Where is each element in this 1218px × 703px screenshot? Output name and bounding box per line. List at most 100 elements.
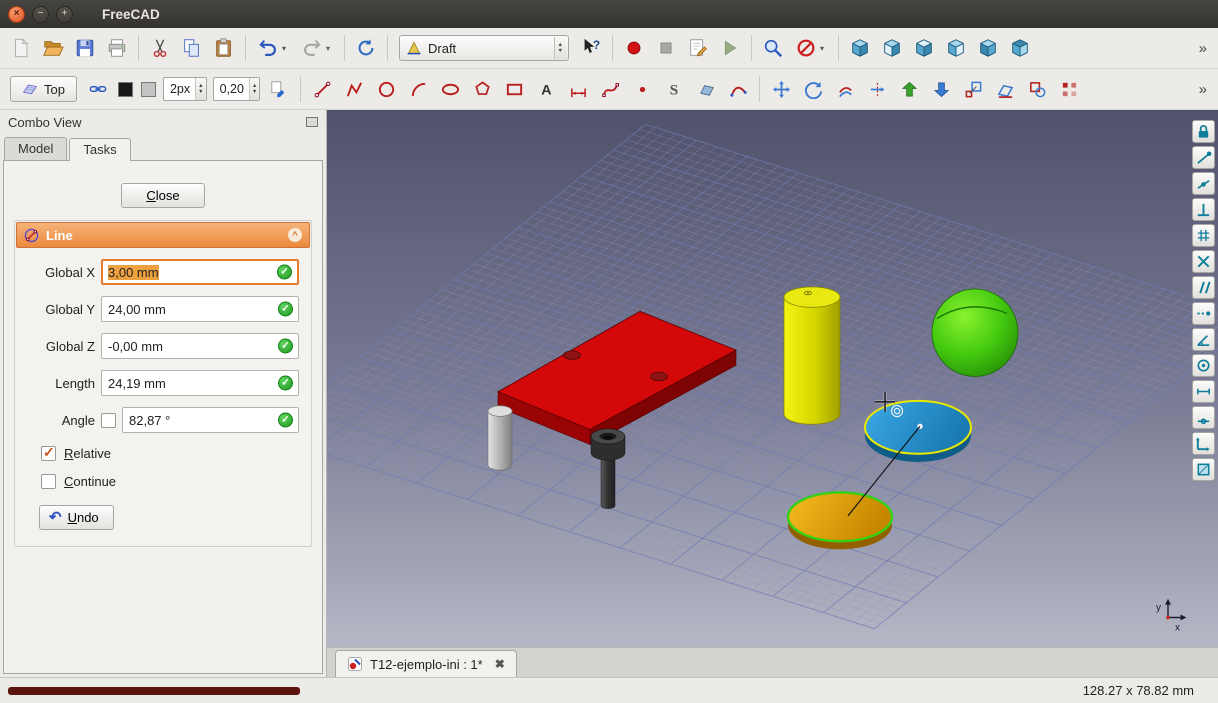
yellow-cylinder[interactable]	[784, 287, 840, 424]
view-axonometric-button[interactable]	[844, 32, 876, 64]
paste-button[interactable]	[208, 32, 240, 64]
view-front-button[interactable]	[876, 32, 908, 64]
new-document-button[interactable]	[5, 32, 37, 64]
working-plane-button[interactable]: Top	[10, 76, 77, 102]
collapse-icon[interactable]: ^	[288, 228, 302, 242]
view-bottom-button[interactable]	[1004, 32, 1036, 64]
move-tool-button[interactable]	[765, 73, 797, 105]
upgrade-tool-button[interactable]	[893, 73, 925, 105]
view-rear-button[interactable]	[972, 32, 1004, 64]
line-tool-button[interactable]	[306, 73, 338, 105]
draft-toolbar-overflow-icon[interactable]: »	[1193, 81, 1213, 98]
circle-tool-button[interactable]	[370, 73, 402, 105]
window-maximize-button[interactable]: +	[56, 6, 73, 23]
offset-tool-button[interactable]	[829, 73, 861, 105]
close-task-button[interactable]: Close	[121, 183, 205, 208]
length-input[interactable]: 24,19 mm ✓	[101, 370, 299, 396]
continue-checkbox[interactable]	[41, 474, 56, 489]
whats-this-button[interactable]: ?	[575, 32, 607, 64]
open-button[interactable]	[37, 32, 69, 64]
workbench-selector[interactable]: Draft ▲▼	[399, 35, 569, 61]
redo-toolbar-button[interactable]: ▾	[295, 32, 339, 64]
polygon-tool-button[interactable]	[466, 73, 498, 105]
rotate-tool-button[interactable]	[797, 73, 829, 105]
line-width-spin-arrows[interactable]: ▲▼	[195, 78, 205, 100]
snap-intersection-button[interactable]	[1192, 250, 1215, 273]
snap-center-button[interactable]	[1192, 354, 1215, 377]
cut-button[interactable]	[144, 32, 176, 64]
line-color-swatch[interactable]	[118, 82, 133, 97]
snap-near-button[interactable]	[1192, 406, 1215, 429]
arc-tool-button[interactable]	[402, 73, 434, 105]
snap-grid-button[interactable]	[1192, 224, 1215, 247]
macro-edit-button[interactable]	[682, 32, 714, 64]
blue-disc[interactable]	[865, 401, 971, 462]
toggle-clipping-button[interactable]: ▾	[789, 32, 833, 64]
point-tool-button[interactable]	[626, 73, 658, 105]
macro-record-button[interactable]	[618, 32, 650, 64]
tab-tasks[interactable]: Tasks	[69, 138, 130, 161]
trim-tool-button[interactable]	[861, 73, 893, 105]
ellipse-tool-button[interactable]	[434, 73, 466, 105]
gray-cylinder[interactable]	[488, 406, 512, 470]
box-zoom-button[interactable]	[757, 32, 789, 64]
rectangle-tool-button[interactable]	[498, 73, 530, 105]
relative-checkbox[interactable]	[41, 446, 56, 461]
construction-mode-button[interactable]	[82, 73, 114, 105]
undo-button[interactable]: ↶ Undo	[39, 505, 114, 530]
orange-disc[interactable]	[788, 492, 892, 549]
document-tab[interactable]: T12-ejemplo-ini : 1* ✖	[335, 650, 517, 677]
bspline-tool-button[interactable]	[594, 73, 626, 105]
snap-parallel-button[interactable]	[1192, 276, 1215, 299]
draft-to-sketch-button[interactable]	[1021, 73, 1053, 105]
save-button[interactable]	[69, 32, 101, 64]
dimension-tool-button[interactable]	[562, 73, 594, 105]
macro-stop-button[interactable]	[650, 32, 682, 64]
undo-toolbar-button[interactable]: ▾	[251, 32, 295, 64]
snap-extension-button[interactable]	[1192, 302, 1215, 325]
face-color-swatch[interactable]	[141, 82, 156, 97]
refresh-button[interactable]	[350, 32, 382, 64]
line-task-header[interactable]: Line ^	[16, 222, 310, 248]
text-tool-button[interactable]: A	[530, 73, 562, 105]
snap-ortho-button[interactable]	[1192, 432, 1215, 455]
global-z-input[interactable]: -0,00 mm ✓	[101, 333, 299, 359]
copy-button[interactable]	[176, 32, 208, 64]
shape2dview-tool-button[interactable]	[989, 73, 1021, 105]
view-top-button[interactable]	[908, 32, 940, 64]
snap-midpoint-button[interactable]	[1192, 172, 1215, 195]
toolbar-overflow-icon[interactable]: »	[1193, 40, 1213, 57]
snap-working-plane-button[interactable]	[1192, 458, 1215, 481]
apply-style-button[interactable]	[263, 73, 295, 105]
snap-perpendicular-button[interactable]	[1192, 198, 1215, 221]
global-y-input[interactable]: 24,00 mm ✓	[101, 296, 299, 322]
text-scale-spin-arrows[interactable]: ▲▼	[249, 78, 259, 100]
scale-tool-button[interactable]	[957, 73, 989, 105]
snap-dimensions-button[interactable]	[1192, 380, 1215, 403]
angle-input[interactable]: 82,87 ° ✓	[122, 407, 299, 433]
downgrade-tool-button[interactable]	[925, 73, 957, 105]
print-button[interactable]	[101, 32, 133, 64]
snap-endpoint-button[interactable]	[1192, 146, 1215, 169]
green-sphere[interactable]	[932, 289, 1018, 376]
3d-viewport[interactable]: x y	[327, 110, 1218, 647]
facebinder-tool-button[interactable]	[690, 73, 722, 105]
snap-lock-button[interactable]	[1192, 120, 1215, 143]
window-minimize-button[interactable]: −	[32, 6, 49, 23]
panel-float-icon[interactable]	[306, 117, 318, 127]
scroll-indicator[interactable]	[8, 687, 300, 695]
array-tool-button[interactable]	[1053, 73, 1085, 105]
line-width-spinbox[interactable]: 2px▲▼	[163, 77, 207, 101]
text-scale-spinbox[interactable]: 0,20▲▼	[213, 77, 261, 101]
tab-close-icon[interactable]: ✖	[495, 657, 505, 671]
window-close-button[interactable]: ×	[8, 6, 25, 23]
global-x-input[interactable]: 3,00 mm ✓	[101, 259, 299, 285]
angle-checkbox[interactable]	[101, 413, 116, 428]
macro-execute-button[interactable]	[714, 32, 746, 64]
view-right-button[interactable]	[940, 32, 972, 64]
bezier-tool-button[interactable]	[722, 73, 754, 105]
tab-model[interactable]: Model	[4, 137, 67, 160]
workbench-spin-arrows[interactable]: ▲▼	[554, 37, 566, 59]
snap-angle-button[interactable]	[1192, 328, 1215, 351]
shapestring-tool-button[interactable]: S	[658, 73, 690, 105]
